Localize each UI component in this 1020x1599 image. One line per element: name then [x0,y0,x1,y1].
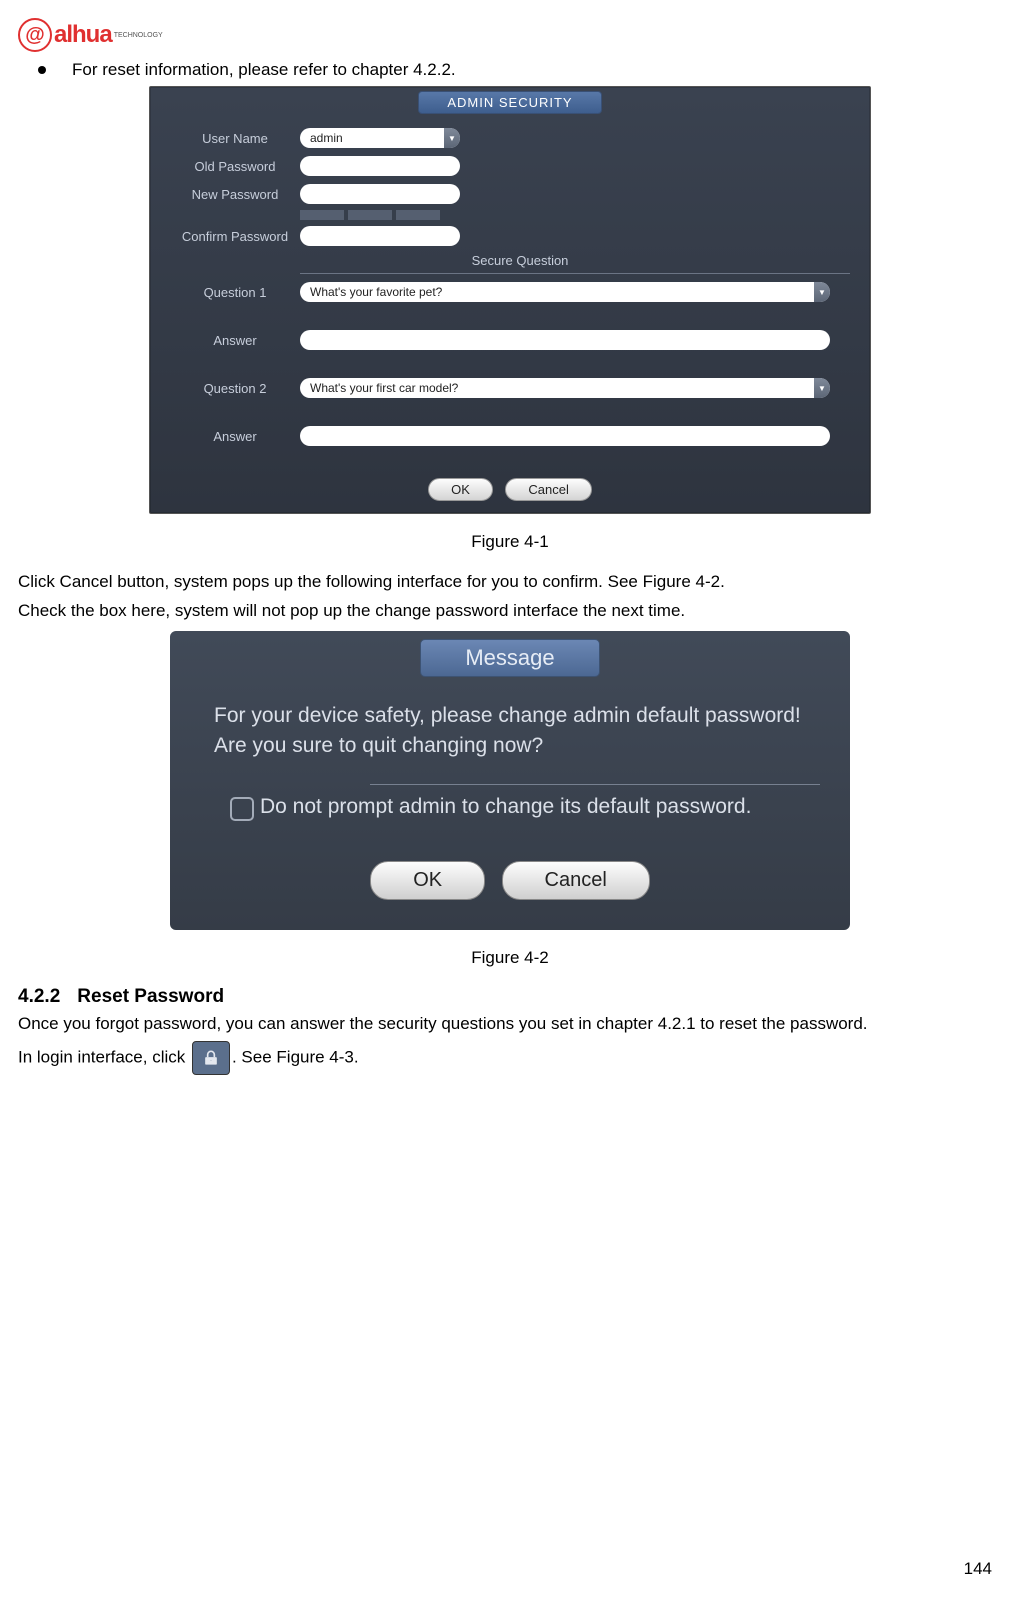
label-username: User Name [170,131,300,146]
logo-text: alhua [54,21,112,49]
logo-subtext: TECHNOLOGY [114,32,163,39]
checkbox-label: Do not prompt admin to change its defaul… [260,795,751,819]
chevron-down-icon[interactable]: ▼ [814,282,830,302]
bullet-icon [38,66,46,74]
dialog-title: ADMIN SECURITY [418,91,601,114]
label-question-1: Question 1 [170,285,300,300]
chevron-down-icon[interactable]: ▼ [444,128,460,148]
new-password-input[interactable] [300,184,460,204]
username-dropdown[interactable]: admin [300,128,460,148]
admin-security-dialog: ADMIN SECURITY User Name admin ▼ Old Pas… [149,86,871,514]
label-new-password: New Password [170,187,300,202]
paragraph: In login interface, click . See Figure 4… [18,1041,1002,1075]
ok-button[interactable]: OK [370,861,485,900]
cancel-button[interactable]: Cancel [505,478,591,501]
paragraph: Click Cancel button, system pops up the … [18,570,1002,595]
chevron-down-icon[interactable]: ▼ [814,378,830,398]
label-answer-1: Answer [170,333,300,348]
label-question-2: Question 2 [170,381,300,396]
answer1-input[interactable] [300,330,830,350]
ok-button[interactable]: OK [428,478,493,501]
cancel-button[interactable]: Cancel [502,861,650,900]
paragraph: Check the box here, system will not pop … [18,599,1002,624]
label-confirm-password: Confirm Password [170,229,300,244]
text-fragment: . See Figure 4-3. [232,1047,359,1066]
figure-caption-1: Figure 4-1 [18,532,1002,552]
page-number: 144 [964,1559,992,1579]
brand-logo: @ alhua TECHNOLOGY [18,18,1002,52]
question2-dropdown[interactable]: What's your first car model? [300,378,830,398]
dialog-title: Message [420,639,599,677]
lock-icon [192,1041,230,1075]
old-password-input[interactable] [300,156,460,176]
label-secure-question: Secure Question [170,250,870,271]
question1-dropdown[interactable]: What's your favorite pet? [300,282,830,302]
password-strength-meter [300,208,870,222]
answer2-input[interactable] [300,426,830,446]
confirm-password-input[interactable] [300,226,460,246]
message-dialog: Message For your device safety, please c… [170,631,850,930]
bullet-item: For reset information, please refer to c… [38,60,1002,80]
message-body: For your device safety, please change ad… [170,691,850,784]
heading-number: 4.2.2 [18,986,72,1008]
do-not-prompt-checkbox[interactable] [230,797,254,821]
bullet-text: For reset information, please refer to c… [72,60,456,80]
label-old-password: Old Password [170,159,300,174]
paragraph: Once you forgot password, you can answer… [18,1012,1002,1037]
logo-symbol: @ [18,18,52,52]
heading-title: Reset Password [77,986,224,1007]
figure-caption-2: Figure 4-2 [18,948,1002,968]
section-heading: 4.2.2 Reset Password [18,986,1002,1008]
label-answer-2: Answer [170,429,300,444]
text-fragment: In login interface, click [18,1047,185,1066]
